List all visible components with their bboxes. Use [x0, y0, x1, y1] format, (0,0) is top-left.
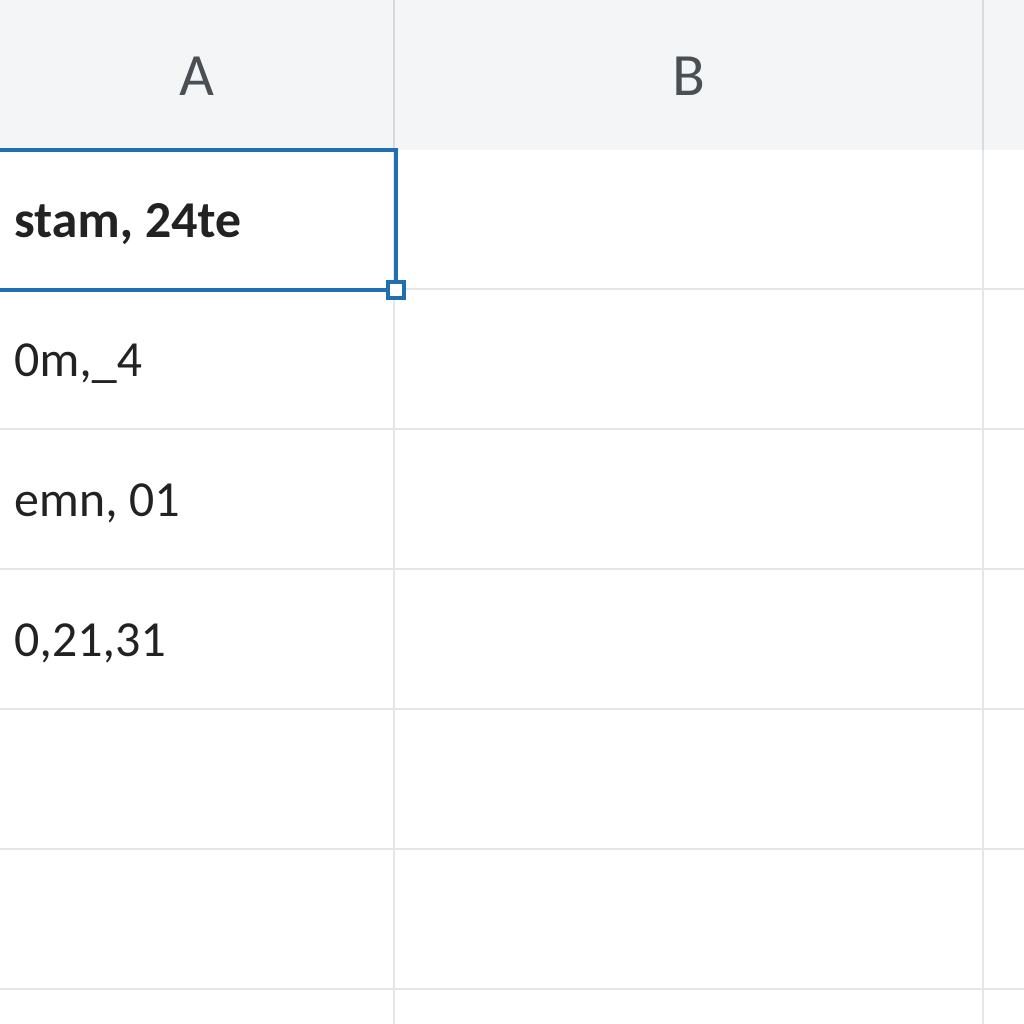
cell-A6[interactable]: [0, 850, 395, 988]
row-7: [0, 990, 1024, 1024]
column-header-row: A B: [0, 0, 1024, 150]
cell-B6[interactable]: [395, 850, 984, 988]
cell-B5[interactable]: [395, 710, 984, 848]
cell-A3[interactable]: emn, 01: [0, 430, 395, 568]
grid-body: stam, 24te 0m,_4 emn, 01 0,21,31: [0, 150, 1024, 1024]
cell-C3[interactable]: [984, 430, 1024, 568]
column-header-C[interactable]: [984, 0, 1024, 150]
row-5: [0, 710, 1024, 850]
cell-C2[interactable]: [984, 290, 1024, 428]
cell-A2[interactable]: 0m,_4: [0, 290, 395, 428]
row-6: [0, 850, 1024, 990]
cell-B2[interactable]: [395, 290, 984, 428]
cell-A7[interactable]: [0, 990, 395, 1024]
row-2: 0m,_4: [0, 290, 1024, 430]
cell-A5[interactable]: [0, 710, 395, 848]
cell-B7[interactable]: [395, 990, 984, 1024]
fill-handle[interactable]: [386, 280, 406, 300]
spreadsheet-grid: A B stam, 24te 0m,_4 emn, 01 0,21,31: [0, 0, 1024, 1024]
cell-C1[interactable]: [984, 150, 1024, 288]
column-header-A[interactable]: A: [0, 0, 395, 150]
cell-C5[interactable]: [984, 710, 1024, 848]
cell-B4[interactable]: [395, 570, 984, 708]
row-1: stam, 24te: [0, 150, 1024, 290]
row-4: 0,21,31: [0, 570, 1024, 710]
cell-C6[interactable]: [984, 850, 1024, 988]
row-3: emn, 01: [0, 430, 1024, 570]
cell-C4[interactable]: [984, 570, 1024, 708]
cell-B1[interactable]: [395, 150, 984, 288]
column-header-B[interactable]: B: [395, 0, 984, 150]
cell-A1[interactable]: stam, 24te: [0, 150, 395, 288]
cell-A4[interactable]: 0,21,31: [0, 570, 395, 708]
cell-C7[interactable]: [984, 990, 1024, 1024]
cell-B3[interactable]: [395, 430, 984, 568]
